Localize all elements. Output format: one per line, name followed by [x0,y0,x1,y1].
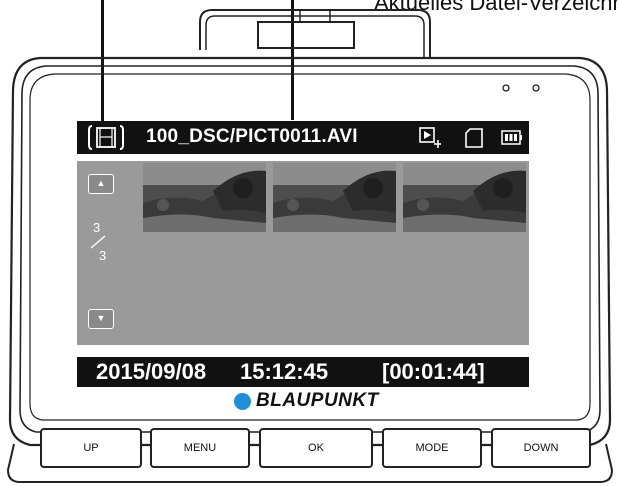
page-current: 3 [93,220,101,235]
battery-icon [501,130,522,145]
playback-mode-icon [419,127,441,148]
recording-duration: [00:01:44] [382,359,485,384]
page-total: 3 [99,248,107,263]
thumbnail-1[interactable] [143,163,266,232]
menu-button[interactable]: MENU [150,428,250,468]
thumbnail-image [143,163,266,232]
status-bar: 100_DSC/PICT0011.AVI [77,121,529,154]
thumbnail-image [273,163,396,232]
thumbnail-2[interactable] [273,163,396,232]
info-bar: 2015/09/08 15:12:45 [00:01:44] [77,357,529,387]
video-film-icon [88,125,124,150]
page-indicator: 3 3 [83,221,113,263]
thumbnail-image [403,163,526,232]
recording-time: 15:12:45 [240,359,329,384]
down-button[interactable]: DOWN [491,428,591,468]
thumbnail-area: ▲ 3 3 ▼ [77,161,529,345]
page-slash [90,235,106,249]
thumbnail-3[interactable] [403,163,526,232]
nav-down-button[interactable]: ▼ [88,309,114,329]
brand-dot-icon [234,393,251,410]
mode-button[interactable]: MODE [382,428,482,468]
up-button[interactable]: UP [40,428,142,468]
file-path: 100_DSC/PICT0011.AVI [146,126,358,147]
nav-up-button[interactable]: ▲ [88,174,114,194]
chevron-down-icon: ▼ [96,313,106,323]
recording-date: 2015/09/08 [96,359,207,384]
chevron-up-icon: ▲ [96,178,106,188]
ok-button[interactable]: OK [259,428,373,468]
lcd-screen: 100_DSC/PICT0011.AVI ▲ 3 3 ▼ 2015/09/08 … [77,121,529,393]
brand-name: BLAUPUNKT [256,390,379,411]
sd-card-icon [465,128,483,148]
